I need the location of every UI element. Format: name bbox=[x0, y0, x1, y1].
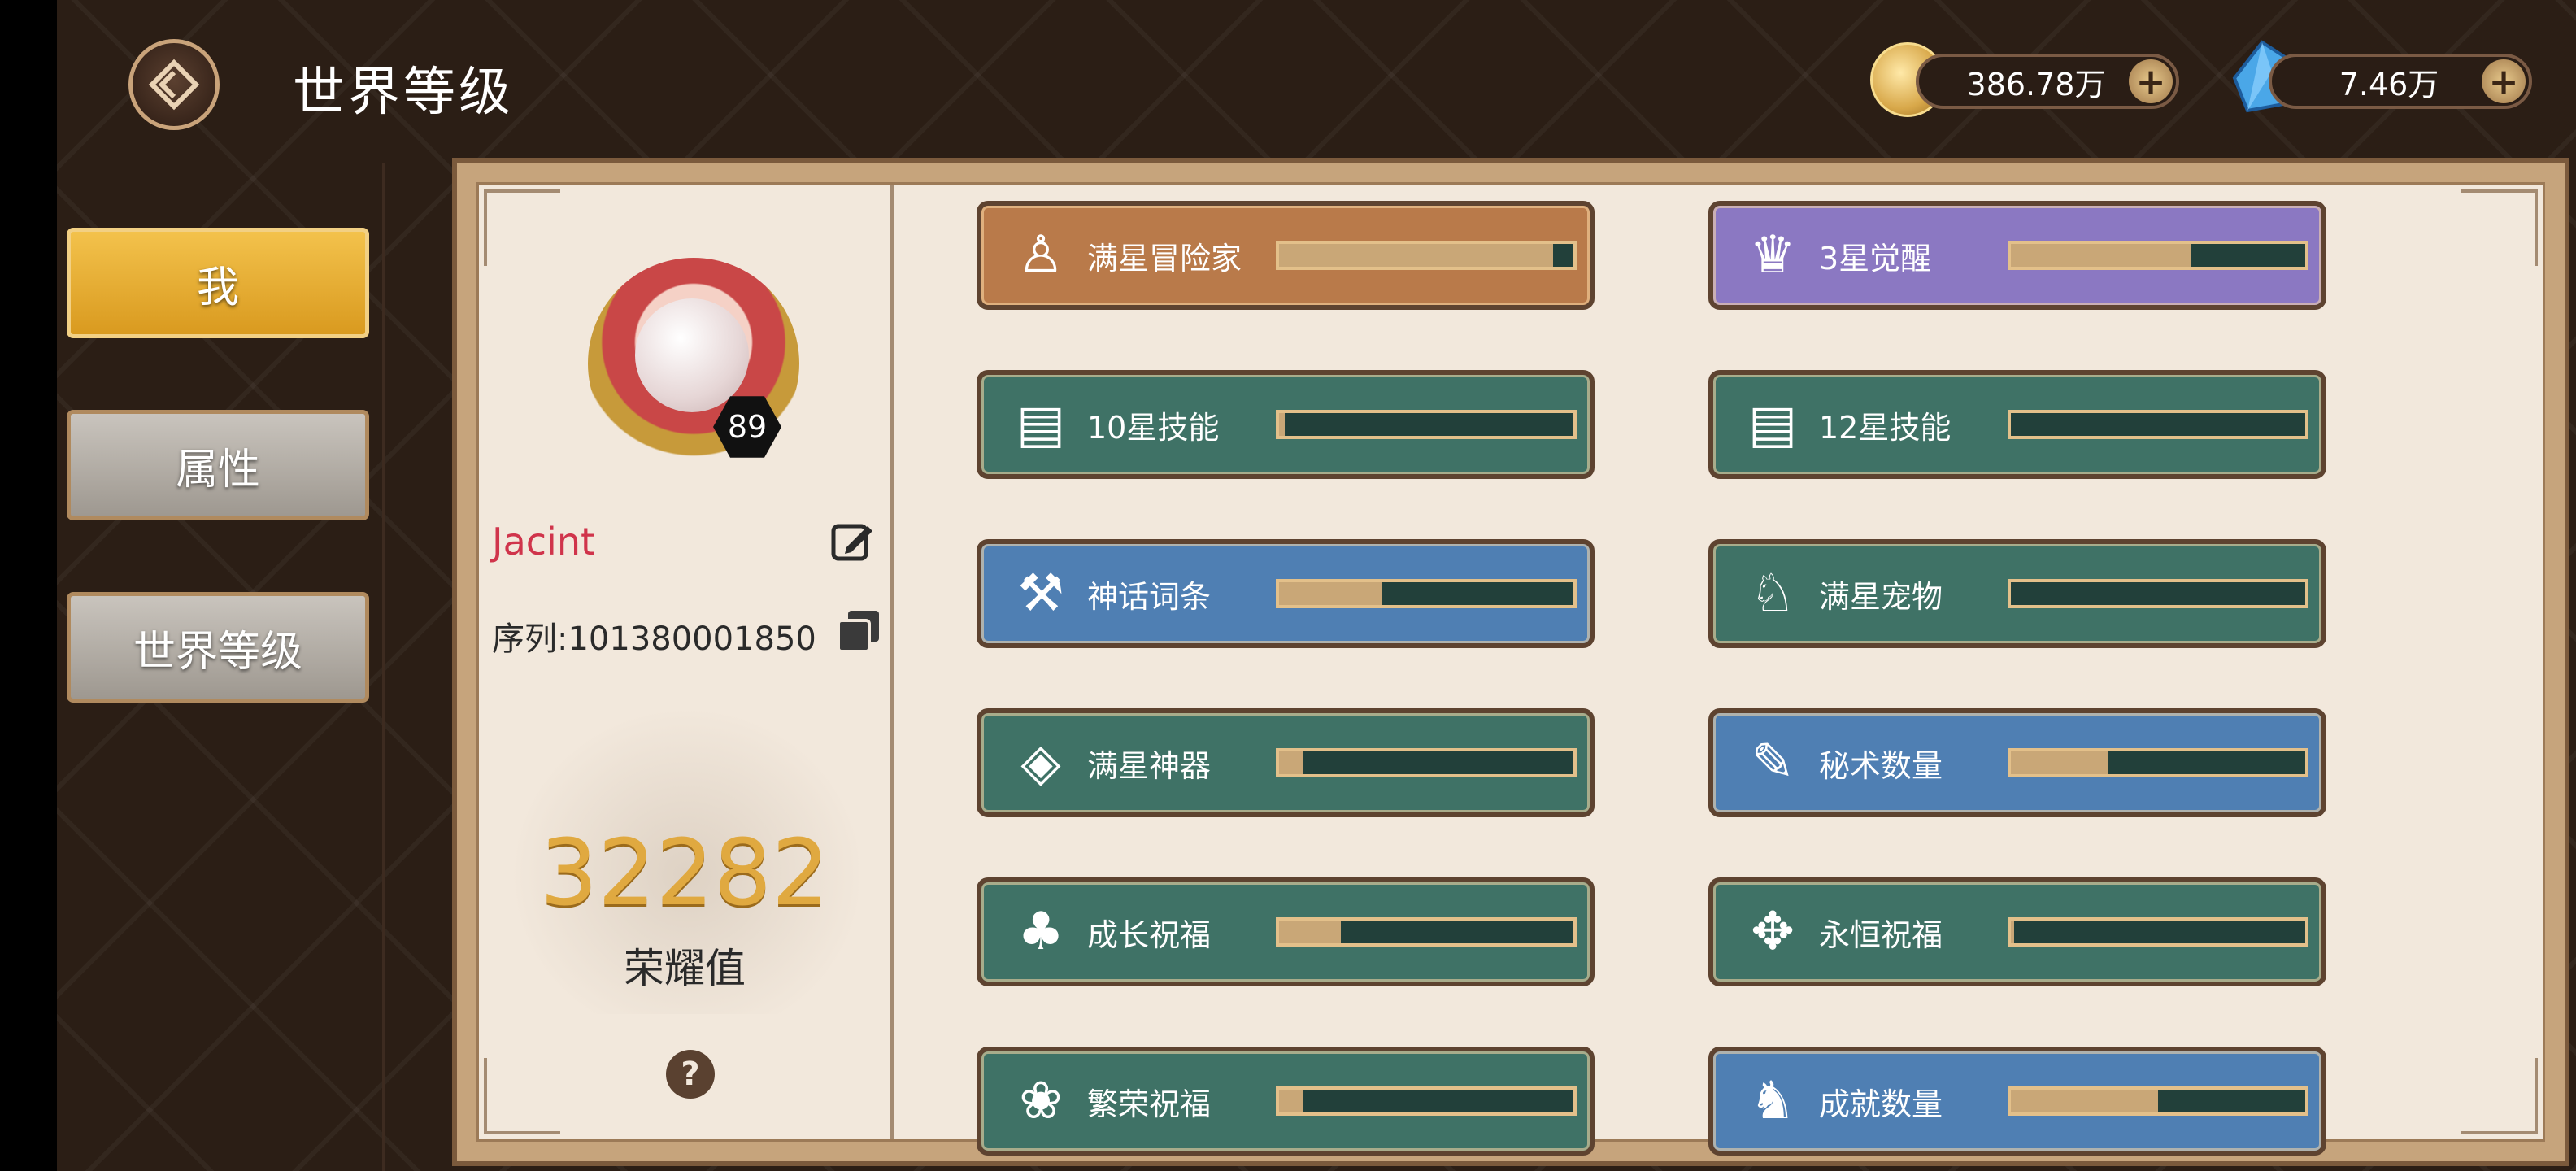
serial-number: 序列:101380001850 bbox=[492, 620, 816, 658]
stat-card[interactable]: ◈ 满星神器 bbox=[977, 708, 1595, 817]
sidebar-item-world-level[interactable]: 世界等级 bbox=[67, 592, 369, 703]
rabbit-pet-icon: ♘ bbox=[1749, 564, 1796, 624]
sidebar-item-label: 世界等级 bbox=[133, 627, 302, 677]
stat-label: 永恒祝福 bbox=[1819, 916, 1943, 953]
tree-icon: ♣ bbox=[1017, 902, 1064, 962]
stat-label: 3星觉醒 bbox=[1819, 240, 1932, 276]
progress-bar bbox=[1276, 241, 1577, 270]
sidebar-divider bbox=[382, 163, 385, 1171]
stat-label: 成就数量 bbox=[1819, 1086, 1943, 1122]
progress-bar bbox=[1276, 410, 1577, 439]
avatar[interactable]: 89 bbox=[564, 225, 824, 502]
progress-bar bbox=[1276, 579, 1577, 608]
stat-card[interactable]: ▤ 10星技能 bbox=[977, 370, 1595, 479]
progress-bar bbox=[1276, 1086, 1577, 1116]
progress-fill bbox=[2011, 1090, 2158, 1112]
progress-bar bbox=[2008, 410, 2308, 439]
add-gold-button[interactable]: + bbox=[2129, 59, 2173, 103]
add-gem-button[interactable]: + bbox=[2482, 59, 2526, 103]
main-panel-inner: 89 Jacint 序列:101380001850 32282 荣耀值 ? ♙ 满… bbox=[476, 182, 2545, 1156]
scroll-icon: ✎ bbox=[1751, 733, 1795, 793]
progress-fill bbox=[2011, 921, 2014, 943]
stat-card[interactable]: ♞ 成就数量 bbox=[1708, 1047, 2326, 1156]
honor-value: 32282 bbox=[539, 821, 830, 926]
gem-currency: 7.46万 + bbox=[2269, 54, 2532, 109]
corner-ornament bbox=[2461, 189, 2538, 266]
main-panel: 89 Jacint 序列:101380001850 32282 荣耀值 ? ♙ 满… bbox=[452, 158, 2569, 1166]
progress-fill bbox=[2011, 244, 2191, 267]
stat-card[interactable]: ♙ 满星冒险家 bbox=[977, 201, 1595, 310]
stat-label: 满星宠物 bbox=[1819, 578, 1943, 615]
progress-bar bbox=[2008, 917, 2308, 947]
sidebar-item-label: 我 bbox=[196, 263, 239, 312]
hooded-person-icon: ♙ bbox=[1017, 225, 1064, 285]
stat-label: 10星技能 bbox=[1087, 409, 1220, 446]
stat-label: 秘术数量 bbox=[1819, 747, 1943, 784]
back-arrow-icon bbox=[148, 59, 200, 111]
left-edge bbox=[0, 0, 57, 1171]
stat-card[interactable]: ▤ 12星技能 bbox=[1708, 370, 2326, 479]
gold-value: 386.78万 bbox=[1966, 66, 2106, 102]
stat-label: 满星冒险家 bbox=[1087, 240, 1242, 276]
help-icon[interactable]: ? bbox=[666, 1050, 715, 1099]
progress-fill bbox=[2011, 751, 2108, 774]
stat-card[interactable]: ♘ 满星宠物 bbox=[1708, 539, 2326, 648]
progress-fill bbox=[1279, 751, 1303, 774]
progress-fill bbox=[1279, 244, 1553, 267]
sidebar-item-me[interactable]: 我 bbox=[67, 228, 369, 338]
progress-bar bbox=[2008, 1086, 2308, 1116]
lotus-icon: ❀ bbox=[1019, 1071, 1063, 1131]
progress-bar bbox=[2008, 748, 2308, 777]
page-title: 世界等级 bbox=[293, 63, 514, 123]
stat-card[interactable]: ♛ 3星觉醒 bbox=[1708, 201, 2326, 310]
sidebar-item-attributes[interactable]: 属性 bbox=[67, 410, 369, 520]
progress-bar bbox=[1276, 917, 1577, 947]
username: Jacint bbox=[492, 520, 596, 564]
progress-fill bbox=[1279, 1090, 1303, 1112]
hammer-icon: ⚒ bbox=[1017, 564, 1064, 624]
avatar-portrait bbox=[635, 298, 749, 412]
stat-label: 神话词条 bbox=[1087, 578, 1212, 615]
stat-card[interactable]: ❀ 繁荣祝福 bbox=[977, 1047, 1595, 1156]
gold-currency: 386.78万 + bbox=[1916, 54, 2179, 109]
honor-label: 荣耀值 bbox=[624, 945, 746, 992]
progress-bar bbox=[1276, 748, 1577, 777]
copy-icon[interactable] bbox=[835, 607, 882, 655]
stat-label: 满星神器 bbox=[1087, 747, 1212, 784]
progress-fill bbox=[1279, 413, 1286, 436]
top-bar: 世界等级 bbox=[57, 0, 2576, 163]
stat-card[interactable]: ♣ 成长祝福 bbox=[977, 877, 1595, 986]
edit-icon[interactable] bbox=[829, 518, 876, 565]
profile-column: 89 Jacint 序列:101380001850 32282 荣耀值 ? bbox=[479, 185, 894, 1139]
stat-label: 12星技能 bbox=[1819, 409, 1952, 446]
stat-card[interactable]: ⚒ 神话词条 bbox=[977, 539, 1595, 648]
progress-bar bbox=[2008, 579, 2308, 608]
progress-fill bbox=[1279, 921, 1342, 943]
artifact-crystal-icon: ◈ bbox=[1020, 733, 1061, 793]
corner-ornament bbox=[2461, 1058, 2538, 1134]
eternal-sigil-icon: ✥ bbox=[1751, 902, 1795, 962]
back-button[interactable] bbox=[128, 39, 220, 130]
sidebar-item-label: 属性 bbox=[175, 445, 260, 494]
progress-fill bbox=[1279, 582, 1382, 605]
gem-value: 7.46万 bbox=[2339, 66, 2439, 102]
deer-head-icon: ♞ bbox=[1749, 1071, 1796, 1131]
stat-label: 成长祝福 bbox=[1087, 916, 1212, 953]
stat-label: 繁荣祝福 bbox=[1087, 1086, 1212, 1122]
stat-card[interactable]: ✥ 永恒祝福 bbox=[1708, 877, 2326, 986]
stat-card[interactable]: ✎ 秘术数量 bbox=[1708, 708, 2326, 817]
skill-book-icon: ▤ bbox=[1016, 394, 1066, 455]
progress-bar bbox=[2008, 241, 2308, 270]
skill-book-icon: ▤ bbox=[1747, 394, 1798, 455]
woman-portrait-icon: ♛ bbox=[1749, 225, 1796, 285]
